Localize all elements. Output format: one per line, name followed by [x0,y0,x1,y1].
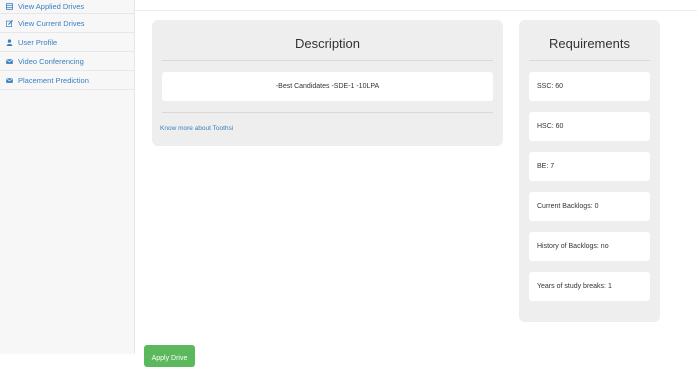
requirement-history-of-backlogs: History of Backlogs: no [529,232,650,261]
description-panel: Description -Best Candidates -SDE-1 -10L… [152,20,503,146]
sidebar-item-label: Placement Prediction [18,75,89,85]
apply-drive-button[interactable]: Apply Drive [144,345,195,367]
user-icon [5,38,14,47]
requirement-ssc: SSC: 60 [529,72,650,101]
requirements-panel: Requirements SSC: 60 HSC: 60 BE: 7 Curre… [519,20,660,322]
sidebar-item-label: View Current Drives [18,18,85,28]
sidebar: View Applied Drives View Current Drives … [0,0,135,354]
edit-icon [5,19,14,28]
requirement-study-breaks: Years of study breaks: 1 [529,272,650,301]
requirement-current-backlogs: Current Backlogs: 0 [529,192,650,221]
sidebar-item-placement-prediction[interactable]: Placement Prediction [0,71,134,90]
list-icon [5,2,14,11]
requirement-be: BE: 7 [529,152,650,181]
divider [162,112,493,113]
sidebar-item-label: User Profile [18,37,58,47]
description-title: Description [294,36,361,51]
sidebar-item-view-current-drives[interactable]: View Current Drives [0,14,134,33]
envelope-icon [5,57,14,66]
requirement-hsc: HSC: 60 [529,112,650,141]
header-divider [135,10,697,11]
sidebar-item-video-conferencing[interactable]: Video Conferencing [0,52,134,71]
description-body: -Best Candidates -SDE-1 -10LPA [162,72,493,101]
know-more-link[interactable]: Know more about Toothsi [160,125,233,132]
sidebar-item-view-applied-drives[interactable]: View Applied Drives [0,0,134,14]
sidebar-item-label: Video Conferencing [18,56,84,66]
divider [162,60,493,61]
requirements-title: Requirements [549,36,630,51]
divider [529,60,650,61]
envelope-icon [5,76,14,85]
sidebar-item-user-profile[interactable]: User Profile [0,33,134,52]
sidebar-item-label: View Applied Drives [18,2,85,11]
